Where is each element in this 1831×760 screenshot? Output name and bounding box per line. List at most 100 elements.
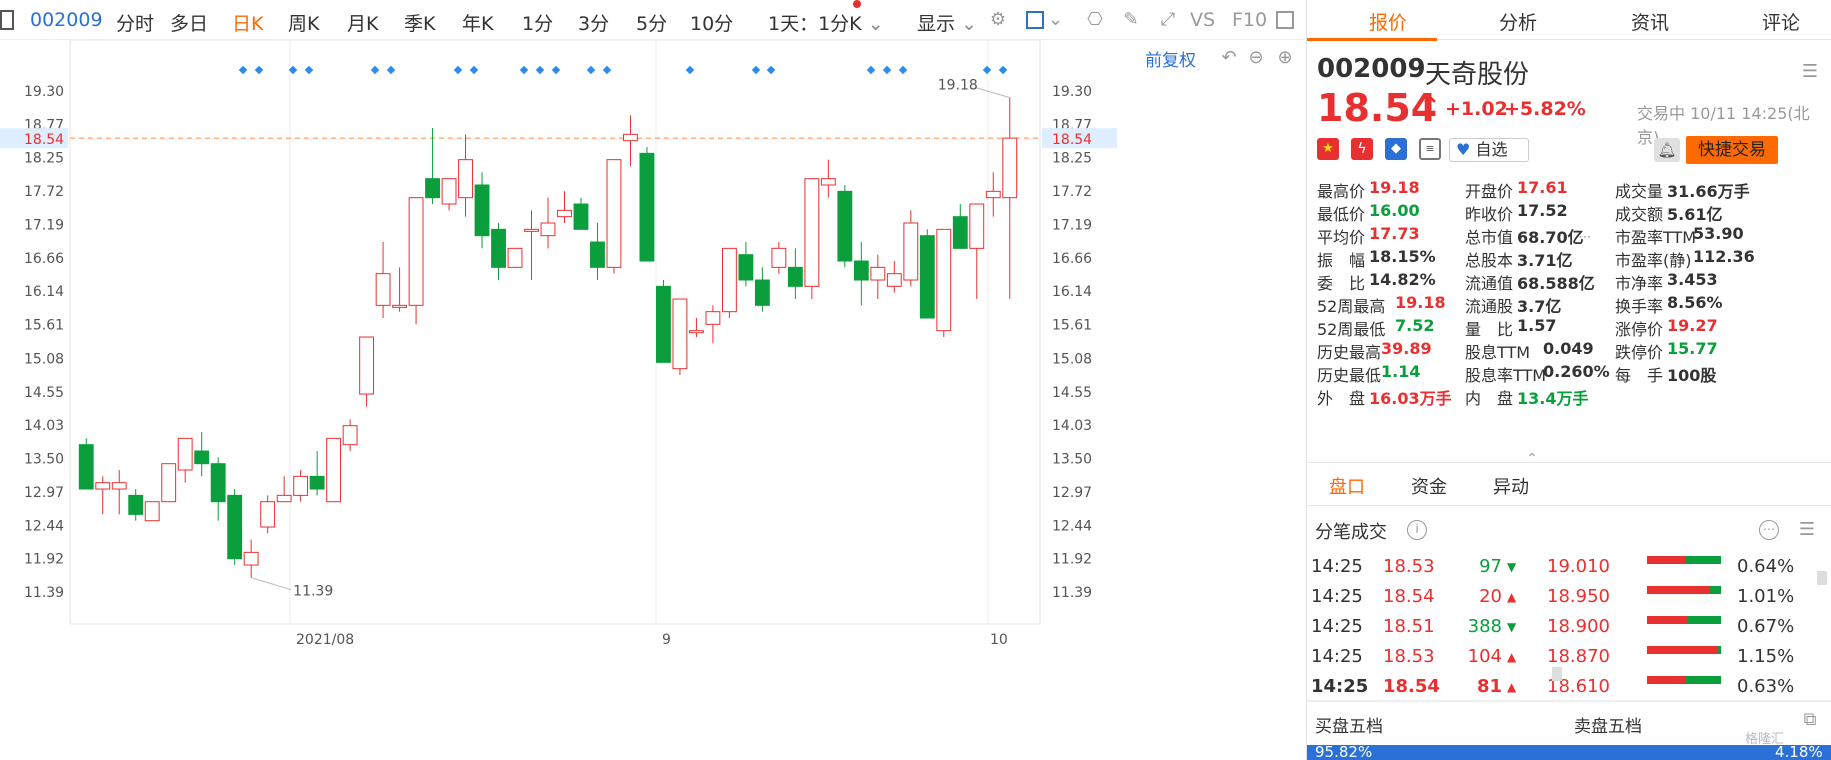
event-marker-icon[interactable] (866, 65, 876, 75)
candle-body[interactable] (853, 260, 869, 281)
candle-body[interactable] (540, 222, 556, 237)
candle-body[interactable] (738, 254, 754, 281)
event-marker-icon[interactable] (238, 65, 248, 75)
tab-multiday[interactable]: 多日 (170, 9, 208, 36)
candle-body[interactable] (936, 228, 952, 332)
sidebar-toggle-icon[interactable] (0, 10, 14, 30)
event-marker-icon[interactable] (469, 65, 479, 75)
event-marker-icon[interactable] (751, 65, 761, 75)
candle-body[interactable] (441, 178, 457, 205)
tab-news[interactable]: 资讯 (1631, 8, 1669, 35)
candle-body[interactable] (919, 235, 935, 319)
candle-body[interactable] (804, 178, 820, 287)
event-marker-icon[interactable] (766, 65, 776, 75)
candle-body[interactable] (227, 494, 243, 560)
event-marker-icon[interactable] (386, 65, 396, 75)
candle-body[interactable] (721, 247, 737, 313)
f10-button[interactable]: F10 (1232, 9, 1267, 31)
candle-body[interactable] (507, 247, 523, 268)
bell-icon[interactable]: 🔔︎ (1654, 138, 1680, 162)
add-watchlist-button[interactable]: ♥ 自选 (1449, 138, 1529, 162)
candle-body[interactable] (309, 475, 325, 490)
candle-body[interactable] (590, 241, 605, 268)
candle-body[interactable] (688, 330, 704, 334)
candle-body[interactable] (243, 551, 259, 566)
candle-body[interactable] (161, 463, 177, 503)
candle-body[interactable] (820, 178, 836, 186)
tab-quote[interactable]: 报价 (1369, 8, 1407, 35)
event-marker-icon[interactable] (882, 65, 892, 75)
info-icon[interactable]: i (1407, 520, 1427, 540)
candle-body[interactable] (177, 437, 193, 471)
candle-body[interactable] (474, 184, 490, 237)
candle-body[interactable] (524, 228, 539, 232)
candle-body[interactable] (342, 425, 358, 446)
tab-weekly-k[interactable]: 周K (288, 9, 319, 36)
tab-10min[interactable]: 10分 (690, 9, 733, 36)
event-marker-icon[interactable] (453, 65, 463, 75)
candle-body[interactable] (111, 482, 127, 490)
event-marker-icon[interactable] (551, 65, 561, 75)
candle-body[interactable] (491, 228, 506, 268)
tag-icon[interactable]: ◆ (1385, 138, 1407, 160)
vs-compare-button[interactable]: VS (1190, 9, 1215, 31)
event-marker-icon[interactable] (685, 65, 695, 75)
chevron-down-icon[interactable]: ⌄ (1048, 8, 1063, 32)
tab-order-book[interactable]: 盘口 (1329, 473, 1365, 499)
quick-trade-button[interactable]: 快捷交易 (1686, 136, 1778, 164)
event-marker-icon[interactable] (998, 65, 1008, 75)
more-options-icon[interactable]: ⋯ (1573, 226, 1597, 250)
candle-body[interactable] (771, 247, 787, 268)
pencil-icon[interactable]: ✎ (1118, 8, 1144, 32)
event-marker-icon[interactable] (535, 65, 545, 75)
overlay-select-icon[interactable] (1022, 8, 1048, 32)
candle-body[interactable] (128, 494, 144, 515)
tab-3min[interactable]: 3分 (578, 9, 609, 36)
event-marker-icon[interactable] (982, 65, 992, 75)
candle-body[interactable] (705, 311, 721, 325)
menu-lines-icon[interactable]: ☰ (1794, 518, 1820, 542)
candle-body[interactable] (754, 279, 770, 306)
tab-analysis[interactable]: 分析 (1499, 8, 1537, 35)
candle-body[interactable] (293, 475, 309, 496)
event-marker-icon[interactable] (254, 65, 264, 75)
candle-body[interactable] (656, 285, 671, 363)
candle-body[interactable] (359, 336, 375, 395)
settings-gear-icon[interactable]: ⚙ (985, 8, 1011, 32)
tick-scrollbar[interactable] (1552, 667, 1562, 681)
tab-anomaly[interactable]: 异动 (1493, 473, 1529, 499)
tab-1min[interactable]: 1分 (522, 9, 553, 36)
candle-body[interactable] (969, 203, 985, 249)
levels-scrollbar[interactable] (1817, 571, 1827, 585)
candle-body[interactable] (78, 444, 94, 490)
event-marker-icon[interactable] (304, 65, 314, 75)
lightning-icon[interactable]: ϟ (1351, 138, 1373, 160)
interval-select[interactable]: 1天：1分K ⌄ (768, 9, 884, 36)
fullscreen-icon[interactable]: ⤢ (1155, 8, 1181, 32)
event-marker-icon[interactable] (898, 65, 908, 75)
event-marker-icon[interactable] (602, 65, 612, 75)
event-marker-icon[interactable] (370, 65, 380, 75)
candle-body[interactable] (408, 197, 424, 306)
candle-body[interactable] (425, 178, 440, 199)
candle-body[interactable] (985, 190, 1001, 199)
candle-body[interactable] (886, 273, 902, 287)
tab-5min[interactable]: 5分 (636, 9, 667, 36)
candle-body[interactable] (458, 159, 473, 199)
stock-code-tab[interactable]: 002009 (30, 9, 103, 31)
tab-monthly-k[interactable]: 月K (347, 9, 378, 36)
candle-body[interactable] (623, 133, 638, 142)
list-icon[interactable]: ☰ (1797, 60, 1823, 84)
tab-comments[interactable]: 评论 (1762, 8, 1800, 35)
candle-body[interactable] (870, 266, 886, 281)
note-icon[interactable]: ≡ (1419, 138, 1441, 160)
candle-body[interactable] (837, 190, 853, 262)
candle-body[interactable] (392, 304, 408, 308)
candle-body[interactable] (672, 298, 688, 370)
display-menu[interactable]: 显示 ⌄ (917, 9, 977, 36)
candle-body[interactable] (573, 203, 589, 230)
tab-intraday[interactable]: 分时 (116, 9, 154, 36)
expand-icon[interactable]: ⧉ (1797, 708, 1823, 732)
candle-body[interactable] (144, 501, 160, 522)
candle-body[interactable] (639, 152, 655, 262)
